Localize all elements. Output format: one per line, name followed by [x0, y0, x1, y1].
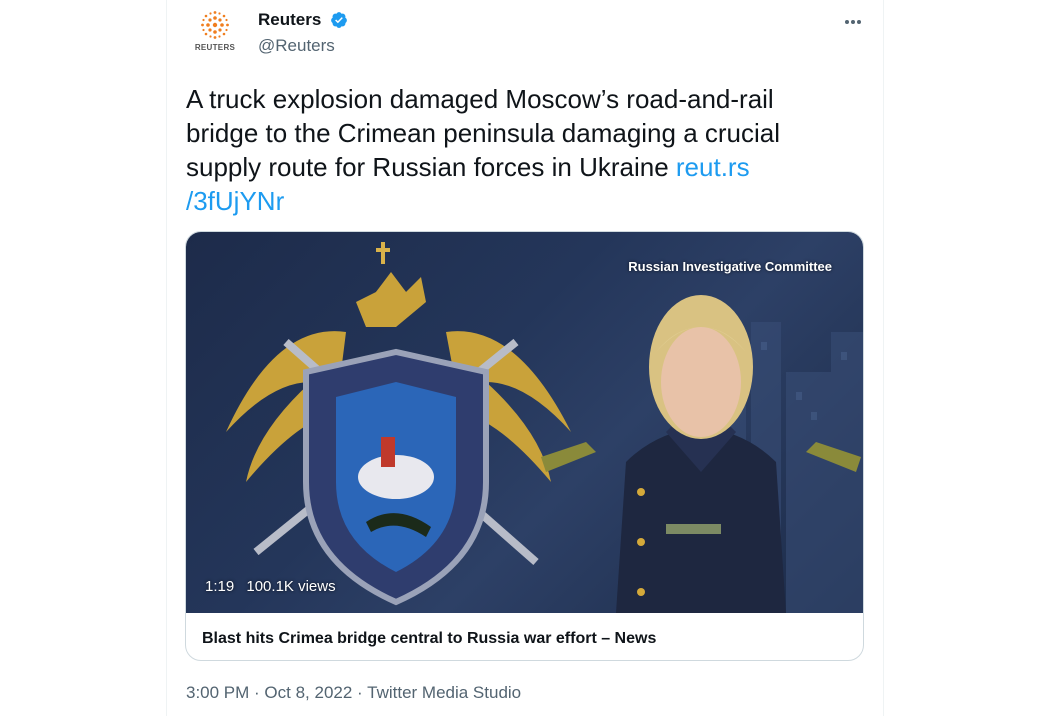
video-meta: 1:19 100.1K views [205, 578, 344, 595]
tweet-source[interactable]: Twitter Media Studio [367, 683, 521, 702]
reuters-logo-icon [201, 11, 229, 39]
separator: · [249, 683, 265, 702]
video-player[interactable]: Russian Investigative Committee 1:19 100… [186, 232, 863, 613]
tweet-date[interactable]: Oct 8, 2022 [264, 683, 352, 702]
video-caption: Russian Investigative Committee [628, 259, 832, 274]
tweet-text: A truck explosion damaged Moscow’s road-… [186, 82, 826, 218]
more-options-icon[interactable] [840, 12, 866, 32]
verified-badge-icon [331, 12, 347, 28]
tweet-metadata: 3:00 PM · Oct 8, 2022 · Twitter Media St… [186, 683, 521, 703]
avatar-label: REUTERS [194, 43, 236, 52]
avatar[interactable]: REUTERS [193, 8, 237, 56]
author-name[interactable]: Reuters [258, 10, 321, 30]
tweet-time[interactable]: 3:00 PM [186, 683, 249, 702]
separator: · [352, 683, 368, 702]
video-duration: 1:19 [205, 578, 235, 595]
author-handle[interactable]: @Reuters [258, 36, 335, 56]
media-card[interactable]: Russian Investigative Committee 1:19 100… [185, 231, 864, 661]
video-thumbnail [226, 242, 863, 613]
video-views: 100.1K views [246, 578, 336, 595]
link-card-title[interactable]: Blast hits Crimea bridge central to Russ… [202, 630, 656, 648]
